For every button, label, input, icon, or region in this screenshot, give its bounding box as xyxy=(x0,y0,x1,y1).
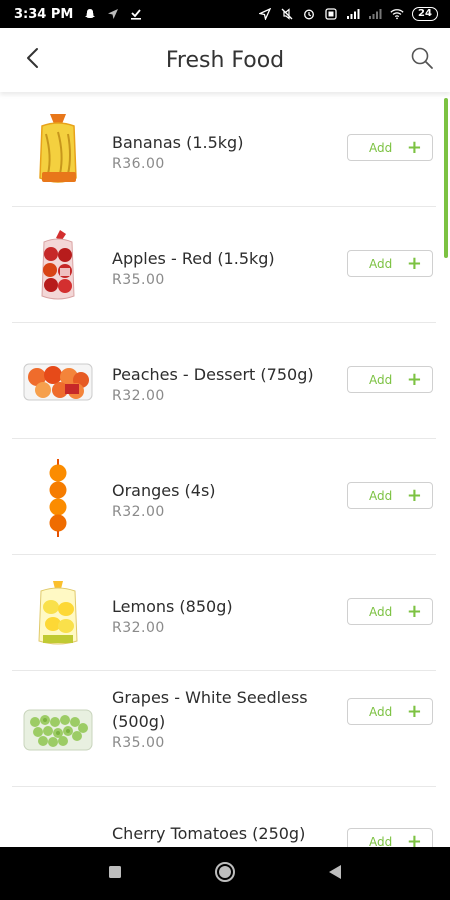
status-bar: 3:34 PM 24 xyxy=(0,0,450,28)
white-grapes-punnet-image xyxy=(20,690,96,770)
product-row[interactable]: Peaches - Dessert (750g) R32.00 Add + xyxy=(12,324,436,439)
oranges-net-image xyxy=(20,458,96,538)
product-price: R32.00 xyxy=(112,388,165,404)
plus-icon: + xyxy=(406,368,422,390)
product-row[interactable]: Cherry Tomatoes (250g) Add + xyxy=(12,788,436,847)
bananas-bag-image xyxy=(20,110,96,190)
snapchat-icon xyxy=(83,7,97,21)
add-to-cart-button[interactable]: Add + xyxy=(347,698,433,725)
search-button[interactable] xyxy=(394,28,450,92)
navigation-arrow-icon xyxy=(106,7,120,21)
battery-indicator: 24 xyxy=(412,7,438,21)
scrollbar-thumb[interactable] xyxy=(444,98,448,258)
peaches-punnet-image xyxy=(20,342,96,422)
product-row[interactable]: Apples - Red (1.5kg) R35.00 Add + xyxy=(12,208,436,323)
product-price: R36.00 xyxy=(112,156,165,172)
add-button-label: Add xyxy=(369,704,393,719)
download-done-icon xyxy=(129,7,143,21)
plus-icon: + xyxy=(406,700,422,722)
product-name: Oranges (4s) xyxy=(112,481,216,500)
home-icon xyxy=(214,861,236,887)
location-icon xyxy=(258,7,272,21)
product-price: R32.00 xyxy=(112,504,165,520)
chevron-left-icon xyxy=(25,47,39,73)
product-name: Lemons (850g) xyxy=(112,597,233,616)
product-row[interactable]: Bananas (1.5kg) R36.00 Add + xyxy=(12,92,436,207)
add-to-cart-button[interactable]: Add + xyxy=(347,250,433,277)
plus-icon: + xyxy=(406,830,422,847)
product-price: R32.00 xyxy=(112,620,165,636)
product-row[interactable]: Grapes - White Seedless (500g) R35.00 Ad… xyxy=(12,672,436,787)
product-row[interactable]: Oranges (4s) R32.00 Add + xyxy=(12,440,436,555)
product-list[interactable]: Bananas (1.5kg) R36.00 Add + Apples - Re… xyxy=(0,92,450,847)
plus-icon: + xyxy=(406,600,422,622)
back-triangle-icon xyxy=(328,864,342,884)
cherry-tomatoes-punnet-image xyxy=(20,826,96,847)
product-price: R35.00 xyxy=(112,272,165,288)
search-icon xyxy=(410,46,434,74)
home-button[interactable] xyxy=(205,854,245,894)
wifi-icon xyxy=(390,7,404,21)
add-button-label: Add xyxy=(369,140,393,155)
system-nav-bar xyxy=(0,847,450,900)
plus-icon: + xyxy=(406,252,422,274)
add-button-label: Add xyxy=(369,488,393,503)
mute-icon xyxy=(280,7,294,21)
product-name: Apples - Red (1.5kg) xyxy=(112,249,275,268)
add-button-label: Add xyxy=(369,372,393,387)
status-right-icons: 24 xyxy=(258,7,438,21)
status-time: 3:34 PM xyxy=(14,6,74,22)
app-header: Fresh Food xyxy=(0,28,450,92)
plus-icon: + xyxy=(406,484,422,506)
add-button-label: Add xyxy=(369,834,393,848)
product-name: Bananas (1.5kg) xyxy=(112,133,244,152)
product-price: R35.00 xyxy=(112,735,165,751)
recent-apps-icon xyxy=(108,864,122,883)
plus-icon: + xyxy=(406,136,422,158)
status-left-icons xyxy=(83,7,143,21)
add-to-cart-button[interactable]: Add + xyxy=(347,134,433,161)
back-button[interactable] xyxy=(0,28,64,92)
add-to-cart-button[interactable]: Add + xyxy=(347,482,433,509)
page-title: Fresh Food xyxy=(165,47,285,73)
product-name: Peaches - Dessert (750g) xyxy=(112,365,314,384)
product-name: Cherry Tomatoes (250g) xyxy=(112,824,306,843)
recent-apps-button[interactable] xyxy=(95,854,135,894)
product-name: Grapes - White Seedless (500g) xyxy=(112,688,308,731)
add-button-label: Add xyxy=(369,256,393,271)
add-to-cart-button[interactable]: Add + xyxy=(347,828,433,847)
add-button-label: Add xyxy=(369,604,393,619)
nav-back-button[interactable] xyxy=(315,854,355,894)
data-icon xyxy=(324,7,338,21)
red-apples-bag-image xyxy=(20,226,96,306)
add-to-cart-button[interactable]: Add + xyxy=(347,366,433,393)
lemons-bag-image xyxy=(20,574,96,654)
signal-icon xyxy=(346,7,360,21)
alarm-icon xyxy=(302,7,316,21)
add-to-cart-button[interactable]: Add + xyxy=(347,598,433,625)
signal-weak-icon xyxy=(368,7,382,21)
product-row[interactable]: Lemons (850g) R32.00 Add + xyxy=(12,556,436,671)
